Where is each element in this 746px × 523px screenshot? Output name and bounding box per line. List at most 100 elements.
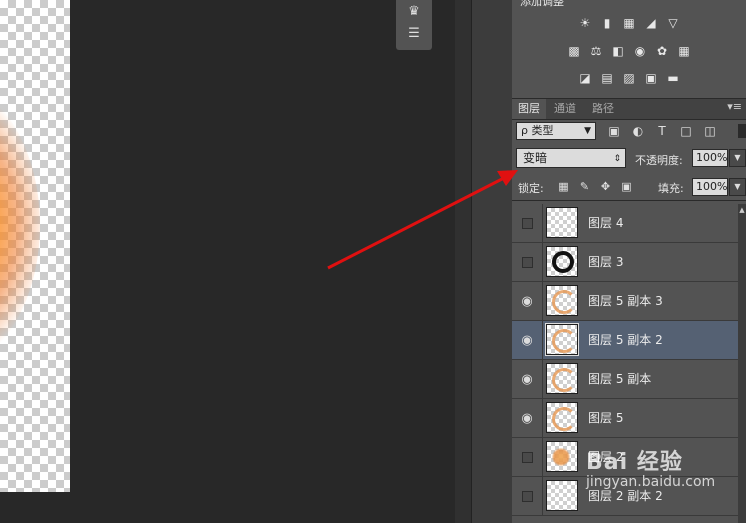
layer-thumbnail — [546, 363, 578, 394]
lock-all-icon[interactable]: ▣ — [619, 179, 634, 194]
brightness-contrast-icon[interactable]: ☀ — [577, 15, 593, 31]
lock-row: 锁定: ▦ ✎ ✥ ▣ 填充: 100% ▼ — [512, 174, 746, 201]
fill-dropdown-icon[interactable]: ▼ — [729, 178, 746, 196]
visibility-toggle[interactable] — [512, 243, 543, 281]
adjustments-row-1: ☀ ▮ ▦ ◢ ▽ — [512, 15, 746, 31]
filter-icons: ▣ ◐ T □ ◫ — [606, 123, 718, 139]
color-balance-icon[interactable]: ⚖ — [588, 43, 604, 59]
filter-toggle[interactable] — [738, 124, 746, 138]
visibility-off-icon — [521, 490, 533, 502]
layer-row-5-copy-3[interactable]: ◉ 图层 5 副本 3 — [512, 282, 738, 321]
invert-icon[interactable]: ◪ — [577, 70, 593, 86]
collapsed-dock — [471, 0, 513, 523]
adjustments-panel: 添加调整 ☀ ▮ ▦ ◢ ▽ ▩ ⚖ ◧ ◉ ✿ ▦ ◪ ▤ ▨ ▣ ▬ — [512, 0, 746, 99]
adjustments-title: 添加调整 — [520, 0, 564, 8]
color-lookup-icon[interactable]: ▦ — [676, 43, 692, 59]
eye-icon: ◉ — [521, 332, 533, 348]
visibility-toggle[interactable]: ◉ — [512, 399, 543, 437]
visibility-toggle[interactable]: ◉ — [512, 321, 543, 359]
opacity-dropdown-icon[interactable]: ▼ — [729, 149, 746, 167]
layer-thumbnail — [546, 480, 578, 511]
layer-name: 图层 5 副本 3 — [588, 294, 663, 308]
layer-thumbnail — [546, 441, 578, 472]
adjustments-row-2: ▩ ⚖ ◧ ◉ ✿ ▦ — [512, 43, 746, 59]
visibility-toggle[interactable] — [512, 204, 543, 242]
ring-thumbnail-art — [552, 251, 574, 273]
blend-mode-select[interactable]: 变暗 ⇕ — [516, 148, 626, 168]
layer-name: 图层 3 — [588, 255, 624, 269]
gradient-map-icon[interactable]: ▬ — [665, 70, 681, 86]
layer-thumbnail — [546, 246, 578, 277]
visibility-off-icon — [521, 451, 533, 463]
layer-name: 图层 5 副本 — [588, 372, 652, 386]
visibility-toggle[interactable]: ◉ — [512, 282, 543, 320]
swirl-thumbnail-art — [552, 407, 576, 431]
photo-filter-icon[interactable]: ◉ — [632, 43, 648, 59]
levels-icon[interactable]: ▮ — [599, 15, 615, 31]
fill-field[interactable]: 100% — [692, 178, 728, 196]
posterize-icon[interactable]: ▤ — [599, 70, 615, 86]
blend-mode-value: 变暗 — [523, 151, 548, 165]
document-canvas-area: ♛ ☰ — [0, 0, 455, 523]
opacity-field[interactable]: 100% — [692, 149, 728, 167]
selective-color-icon[interactable]: ▣ — [643, 70, 659, 86]
chevron-down-icon: ▼ — [584, 126, 591, 136]
tab-channels[interactable]: 通道 — [548, 99, 582, 119]
lock-label: 锁定: — [518, 182, 544, 195]
lock-move-icon[interactable]: ✥ — [598, 179, 613, 194]
type-filter-icon[interactable]: T — [654, 123, 670, 139]
lock-brush-icon[interactable]: ✎ — [577, 179, 592, 194]
swirl-thumbnail-art — [552, 329, 576, 353]
curves-icon[interactable]: ▦ — [621, 15, 637, 31]
shape-filter-icon[interactable]: □ — [678, 123, 694, 139]
tool-presets-icon[interactable]: ☰ — [404, 24, 424, 42]
layer-thumbnail — [546, 285, 578, 316]
visibility-toggle[interactable] — [512, 477, 543, 515]
watermark-url: jingyan.baidu.com — [586, 474, 716, 490]
paint-bucket-icon[interactable]: ♛ — [404, 2, 424, 20]
adjustment-filter-icon[interactable]: ◐ — [630, 123, 646, 139]
black-white-icon[interactable]: ◧ — [610, 43, 626, 59]
hue-saturation-icon[interactable]: ▩ — [566, 43, 582, 59]
layer-row-5-copy-2[interactable]: ◉ 图层 5 副本 2 — [512, 321, 738, 360]
adjustments-row-3: ◪ ▤ ▨ ▣ ▬ — [512, 70, 746, 86]
opacity-label: 不透明度: — [635, 154, 683, 167]
layer-row-5-copy[interactable]: ◉ 图层 5 副本 — [512, 360, 738, 399]
layers-tab-bar: 图层 通道 路径 ▾≡ — [512, 99, 746, 120]
mini-tool-strip: ♛ ☰ — [396, 0, 432, 50]
image-filter-icon[interactable]: ▣ — [606, 123, 622, 139]
blend-row: 变暗 ⇕ 不透明度: 100% ▼ — [512, 146, 746, 172]
scroll-up-icon[interactable]: ▲ — [738, 206, 746, 216]
filter-kind-label: ρ 类型 — [521, 124, 554, 137]
visibility-toggle[interactable]: ◉ — [512, 360, 543, 398]
layer-name: 图层 5 副本 2 — [588, 333, 663, 347]
channel-mixer-icon[interactable]: ✿ — [654, 43, 670, 59]
layers-scrollbar[interactable]: ▲ — [738, 204, 746, 523]
visibility-off-icon — [521, 256, 533, 268]
layer-row-4[interactable]: 图层 4 — [512, 204, 738, 243]
document-canvas[interactable] — [0, 0, 70, 492]
threshold-icon[interactable]: ▨ — [621, 70, 637, 86]
visibility-off-icon — [521, 217, 533, 229]
layer-row-3[interactable]: 图层 3 — [512, 243, 738, 282]
swirl-thumbnail-art — [552, 368, 576, 392]
fill-label: 填充: — [658, 182, 684, 195]
layer-thumbnail — [546, 207, 578, 238]
panel-menu-icon[interactable]: ▾≡ — [727, 100, 742, 113]
smart-object-filter-icon[interactable]: ◫ — [702, 123, 718, 139]
layer-thumbnail — [546, 402, 578, 433]
visibility-toggle[interactable] — [512, 438, 543, 476]
vibrance-icon[interactable]: ▽ — [665, 15, 681, 31]
blob-thumbnail-art — [552, 448, 570, 466]
tab-layers[interactable]: 图层 — [512, 99, 546, 119]
tab-paths[interactable]: 路径 — [586, 99, 620, 119]
layer-name: 图层 5 — [588, 411, 624, 425]
exposure-icon[interactable]: ◢ — [643, 15, 659, 31]
layer-filter-row: ρ 类型 ▼ ▣ ◐ T □ ◫ — [512, 120, 746, 144]
lock-icons: ▦ ✎ ✥ ▣ — [556, 179, 634, 194]
filter-kind-select[interactable]: ρ 类型 ▼ — [516, 122, 596, 140]
baidu-watermark: Bai 经验 jingyan.baidu.com — [586, 444, 715, 490]
watermark-brand: Bai 经验 — [586, 450, 683, 475]
layer-row-5[interactable]: ◉ 图层 5 — [512, 399, 738, 438]
lock-transparent-icon[interactable]: ▦ — [556, 179, 571, 194]
